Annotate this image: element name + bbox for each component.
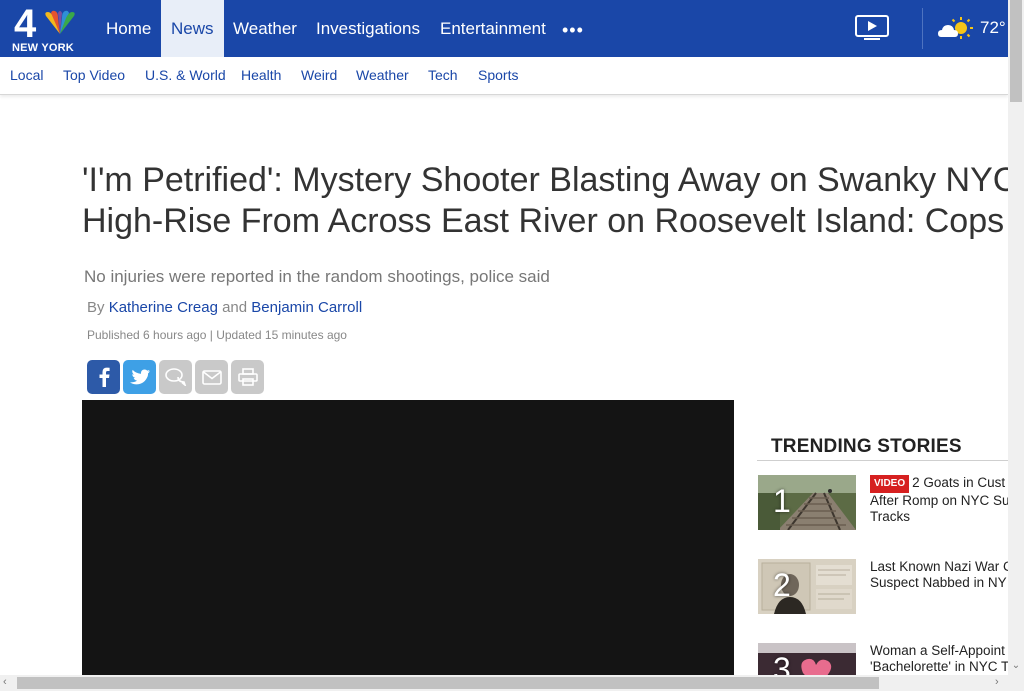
vertical-scrollbar[interactable] [1008,0,1024,691]
subnav-us-world[interactable]: U.S. & World [145,67,226,83]
peacock-icon [45,10,75,34]
trending-rank-2: 2 [773,567,791,603]
nav-home[interactable]: Home [96,0,161,57]
envelope-icon [201,369,222,385]
subnav-tech[interactable]: Tech [428,67,458,83]
more-menu-icon[interactable]: ••• [562,0,584,57]
facebook-share-button[interactable] [87,360,120,394]
trending-headline-1[interactable]: VIDEO 2 Goats in Cust After Romp on NYC S… [870,475,1008,525]
scroll-right-arrow-icon[interactable]: › [995,676,999,688]
subnav-local[interactable]: Local [10,67,43,83]
comment-share-button[interactable] [159,360,192,394]
video-player[interactable] [82,400,734,691]
trending-thumbnail-2[interactable]: 2 [758,559,856,614]
byline-and: and [222,299,248,316]
nav-entertainment[interactable]: Entertainment [430,0,556,57]
byline-prefix: By [87,299,105,316]
top-nav-bar: 4 NEW YORK Home News Weather Investigati… [0,0,1008,57]
nav-divider [922,8,923,49]
twitter-share-button[interactable] [123,360,156,394]
publish-timestamp: Published 6 hours ago | Updated 15 minut… [87,328,347,342]
email-share-button[interactable] [195,360,228,394]
video-badge: VIDEO [870,475,910,493]
sub-nav-bar: Local Top Video U.S. & World Health Weir… [0,57,1008,95]
video-play-icon[interactable] [855,15,889,41]
subnav-top-video[interactable]: Top Video [63,67,125,83]
author-link-1[interactable]: Katherine Creag [109,299,218,316]
article-headline: 'I'm Petrified': Mystery Shooter Blastin… [82,160,1008,242]
facebook-icon [99,367,110,387]
print-share-button[interactable] [231,360,264,394]
horizontal-scroll-thumb[interactable] [17,677,879,689]
trending-rank-1: 1 [773,483,791,519]
trending-thumbnail-3[interactable]: 3 [758,643,856,675]
scroll-left-arrow-icon[interactable]: ‹ [3,676,7,688]
trending-title: TRENDING STORIES [771,436,962,457]
nav-news[interactable]: News [161,0,224,57]
author-link-2[interactable]: Benjamin Carroll [251,299,362,316]
trending-thumbnail-1[interactable]: 1 [758,475,856,530]
trending-headline-2[interactable]: Last Known Nazi War C Suspect Nabbed in … [870,559,1008,591]
subnav-sports[interactable]: Sports [478,67,518,83]
trending-rank-3: 3 [773,651,791,675]
logo-city: NEW YORK [12,42,74,54]
nav-weather[interactable]: Weather [223,0,307,57]
nav-investigations[interactable]: Investigations [306,0,430,57]
scroll-down-arrow-icon[interactable]: ⌄ [1008,660,1024,674]
logo-number: 4 [14,2,36,46]
subnav-weird[interactable]: Weird [301,67,337,83]
partly-sunny-icon[interactable] [938,16,974,42]
temperature[interactable]: 72° [980,18,1006,38]
headline-line-2: High-Rise From Across East River on Roos… [82,202,1005,240]
twitter-icon [129,369,150,384]
subnav-health[interactable]: Health [241,67,281,83]
subnav-weather[interactable]: Weather [356,67,409,83]
headline-line-1: 'I'm Petrified': Mystery Shooter Blastin… [82,161,1008,199]
article-subhead: No injuries were reported in the random … [84,267,550,286]
byline: By Katherine Creag and Benjamin Carroll [87,299,362,316]
trending-divider [757,460,1008,461]
nbc-logo[interactable]: 4 NEW YORK [0,0,92,57]
comment-icon [164,368,186,386]
vertical-scroll-thumb[interactable] [1010,0,1022,102]
trending-headline-3[interactable]: Woman a Self-Appoint 'Bachelorette' in N… [870,643,1008,675]
printer-icon [237,368,258,386]
